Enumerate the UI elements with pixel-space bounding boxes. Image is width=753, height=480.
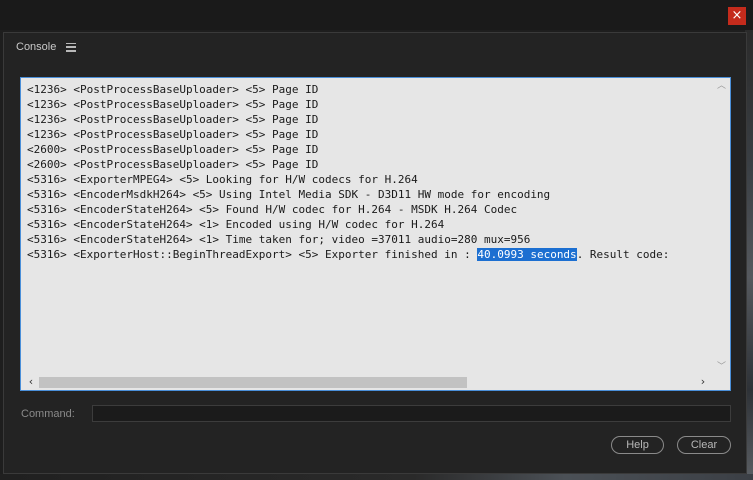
console-line: <5316> <EncoderStateH264> <1> Encoded us…: [27, 218, 445, 231]
console-line-suffix: . Result code:: [576, 248, 670, 261]
background-top-strip: [0, 0, 753, 30]
horizontal-scrollbar[interactable]: ‹ ›: [21, 374, 714, 390]
console-log: <1236> <PostProcessBaseUploader> <5> Pag…: [27, 82, 707, 369]
vertical-scrollbar[interactable]: ︿ ﹀: [713, 78, 730, 374]
console-line: <5316> <ExporterMPEG4> <5> Looking for H…: [27, 173, 418, 186]
scroll-up-arrow-icon[interactable]: ︿: [713, 79, 730, 93]
selected-text[interactable]: 40.0993 seconds: [477, 248, 577, 261]
hamburger-menu-icon[interactable]: [66, 42, 77, 52]
panel-header: Console: [16, 39, 77, 55]
console-line: <1236> <PostProcessBaseUploader> <5> Pag…: [27, 113, 319, 126]
console-line: <1236> <PostProcessBaseUploader> <5> Pag…: [27, 128, 319, 141]
console-line: <1236> <PostProcessBaseUploader> <5> Pag…: [27, 98, 319, 111]
scroll-right-arrow-icon[interactable]: ›: [695, 374, 711, 390]
console-line: <1236> <PostProcessBaseUploader> <5> Pag…: [27, 83, 319, 96]
console-line: <5316> <EncoderMsdkH264> <5> Using Intel…: [27, 188, 551, 201]
help-button[interactable]: Help: [611, 436, 664, 454]
scroll-down-arrow-icon[interactable]: ﹀: [713, 360, 730, 374]
clear-button[interactable]: Clear: [677, 436, 731, 454]
command-label: Command:: [21, 408, 75, 420]
scroll-left-arrow-icon[interactable]: ‹: [23, 374, 39, 390]
panel-title: Console: [16, 41, 57, 53]
horizontal-scroll-thumb[interactable]: [39, 377, 467, 388]
close-icon: ×: [731, 8, 743, 23]
console-line: <5316> <EncoderStateH264> <1> Time taken…: [27, 233, 531, 246]
close-button[interactable]: ×: [728, 7, 746, 25]
console-line-prefix: <5316> <ExporterHost::BeginThreadExport>…: [27, 248, 478, 261]
command-input[interactable]: [92, 405, 731, 422]
console-line: <5316> <ExporterHost::BeginThreadExport>…: [27, 247, 707, 262]
console-line: <2600> <PostProcessBaseUploader> <5> Pag…: [27, 158, 319, 171]
console-panel: Console <1236> <PostProcessBaseUploader>…: [3, 32, 747, 474]
background-bottom-strip: [0, 474, 753, 480]
console-line: <2600> <PostProcessBaseUploader> <5> Pag…: [27, 143, 319, 156]
console-line: <5316> <EncoderStateH264> <5> Found H/W …: [27, 203, 518, 216]
console-output[interactable]: <1236> <PostProcessBaseUploader> <5> Pag…: [20, 77, 731, 391]
